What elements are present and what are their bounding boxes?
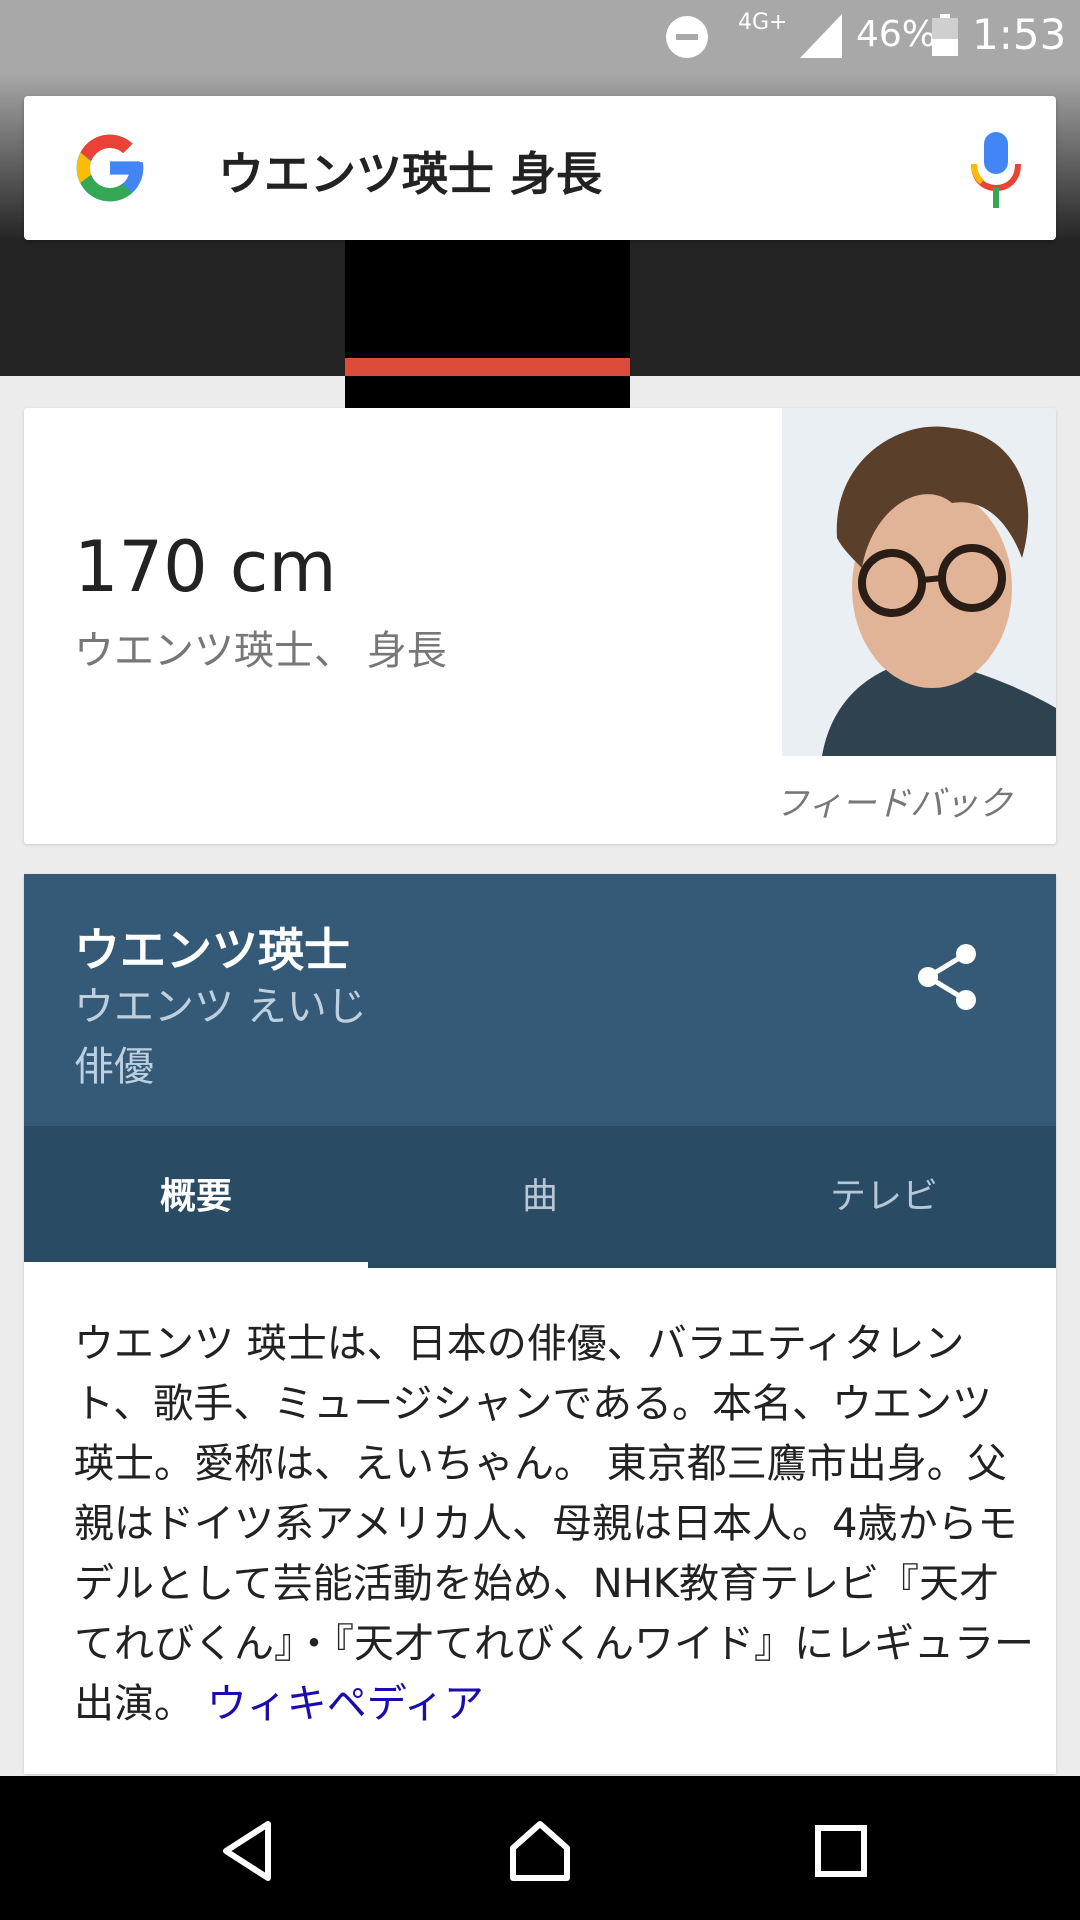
navigation-bar — [0, 1776, 1080, 1920]
knowledge-panel: ウエンツ瑛士 ウエンツ えいじ 俳優 概要 曲 テレビ ウエンツ 瑛士は、日本の… — [24, 874, 1056, 1774]
battery-icon — [932, 14, 958, 56]
search-box[interactable]: ウエンツ瑛士 身長 — [24, 96, 1056, 240]
home-icon[interactable] — [505, 1816, 575, 1886]
network-type: 4G+ — [738, 10, 788, 35]
tab-songs[interactable]: 曲 — [368, 1126, 712, 1268]
entity-role: 俳優 — [74, 1044, 154, 1090]
answer-description: ウエンツ瑛士、 身長 — [74, 628, 447, 674]
answer-value: 170 cm — [74, 526, 337, 608]
video-indicator-bar — [345, 358, 630, 376]
google-logo-icon[interactable] — [70, 128, 150, 208]
entity-name: ウエンツ瑛士 — [74, 923, 350, 977]
summary-text: ウエンツ 瑛士は、日本の俳優、バラエティタレント、歌手、ミュージシャンである。本… — [74, 1321, 1034, 1727]
entity-reading: ウエンツ えいじ — [74, 984, 367, 1030]
knowledge-panel-tabs: 概要 曲 テレビ — [24, 1126, 1056, 1268]
video-thumbnail[interactable] — [345, 240, 630, 430]
knowledge-panel-header: ウエンツ瑛士 ウエンツ えいじ 俳優 — [24, 874, 1056, 1126]
recents-icon[interactable] — [806, 1816, 876, 1886]
back-icon[interactable] — [214, 1816, 284, 1886]
wikipedia-link[interactable]: ウィキペディア — [207, 1681, 484, 1727]
do-not-disturb-icon — [666, 16, 708, 58]
answer-card: 170 cm ウエンツ瑛士、 身長 フィードバック — [24, 408, 1056, 844]
microphone-icon[interactable] — [968, 132, 1024, 208]
person-photo[interactable] — [782, 408, 1056, 756]
share-icon[interactable] — [916, 942, 980, 1012]
clock: 1:53 — [972, 10, 1067, 59]
signal-icon — [800, 14, 842, 58]
entity-summary: ウエンツ 瑛士は、日本の俳優、バラエティタレント、歌手、ミュージシャンである。本… — [74, 1314, 1034, 1734]
tab-tv[interactable]: テレビ — [712, 1126, 1056, 1268]
tab-overview[interactable]: 概要 — [24, 1126, 368, 1268]
search-query[interactable]: ウエンツ瑛士 身長 — [218, 138, 602, 204]
status-bar: 4G+ 46% 1:53 — [0, 0, 1080, 72]
feedback-link[interactable]: フィードバック — [775, 776, 1012, 825]
battery-percent: 46% — [856, 14, 937, 55]
